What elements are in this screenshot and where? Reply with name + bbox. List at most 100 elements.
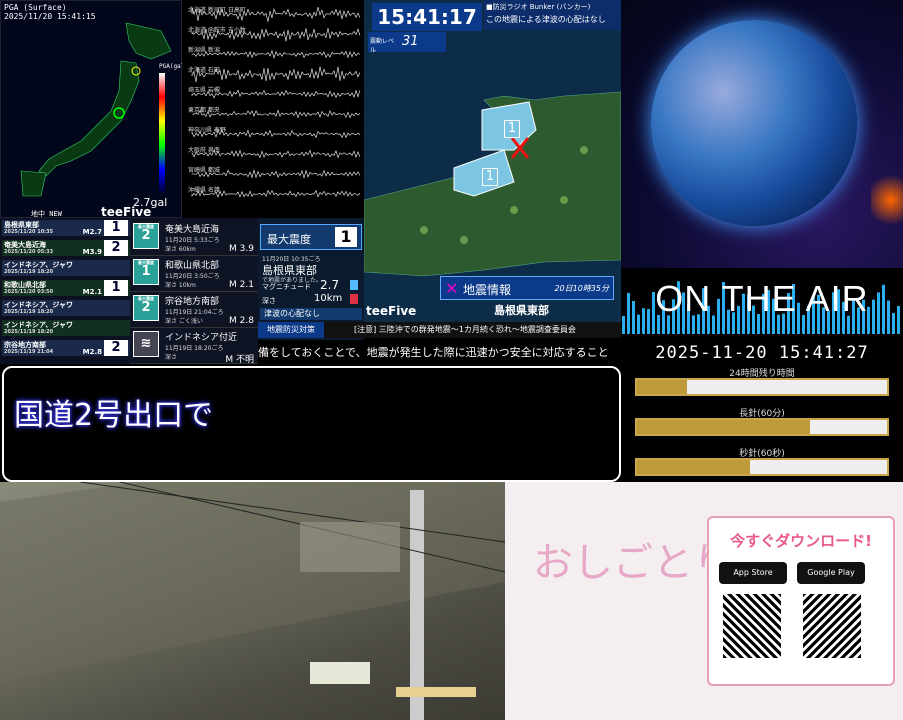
eq-list-row: 宗谷地方南部 2025/11/19 21:04 M2.8 2 [2,340,130,356]
app-store-button[interactable]: App Store [719,562,787,584]
earth-globe [651,20,857,226]
eq-list-row: 島根県東部 2025/11/20 10:35 M2.7 1 [2,220,130,236]
ticker-headline: [注意] 三陸沖での群発地震～1カ月続く恐れ～地震調査委員会 [354,324,576,335]
station-label: 東京都 都央 [188,105,220,114]
qr-code-android [803,594,861,658]
detail-depth: 深さ 10km [165,280,196,289]
eq-list-row: インドネシア、ジャワ 2025/11/19 18:20 [2,300,130,316]
shindo-badge: 2 [104,240,128,256]
tsunami-note: 津波の心配なし [260,308,362,320]
level-label: 震動レベル [370,36,394,54]
progress-bar [635,378,889,396]
eq-mag: M2.7 [83,228,102,236]
progress-fill [637,420,810,434]
download-headline: 今すぐダウンロード! [709,530,893,551]
bunker-title: ■防災ラジオ Bunker (バンカー) [486,2,590,12]
detail-date: 11月20日 5:33ごろ [165,235,220,244]
app-promo: おしごとりん 今すぐダウンロード! App Store Google Play [505,482,903,720]
eq-detail-card: 最大震度 2 奄美大島近海 11月20日 5:33ごろ 深さ 60km M 3.9 [130,220,258,256]
quake-region: 島根県東部 [494,302,549,318]
detail-shindo: 最大震度 1 [133,259,159,285]
intensity-badge: 1 [504,120,520,138]
eq-mag: M3.9 [83,248,102,256]
eq-date: 2025/11/19 18:20 [4,329,53,335]
max-shindo-label: 最大震度 [267,231,311,247]
download-card: 今すぐダウンロード! App Store Google Play [707,516,895,686]
detail-depth: 深さ [165,352,177,361]
mag-label: マグニチュード [262,282,311,292]
detail-shindo: 最大震度 2 [133,223,159,249]
eq-list-row: 奄美大島近海 2025/11/20 05:33 M3.9 2 [2,240,130,256]
detail-date: 11月19日 21:04ごろ [165,307,223,316]
eq-list-row: インドネシア、ジャワ 2025/11/19 18:20 [2,260,130,276]
station-label: 大阪府 泉南 [188,145,220,154]
news-ticker: 地震防災対策 [注意] 三陸沖での群発地震～1カ月続く恐れ～地震調査委員会 [258,322,621,338]
detail-depth: 深さ ごく浅い [165,316,203,325]
on-air-datetime: 2025-11-20 15:41:27 [621,343,903,363]
station-label: 埼玉県 岩槻 [188,85,220,94]
bunker-header: ■防災ラジオ Bunker (バンカー) この地震による津波の心配はなし [484,0,621,30]
progress-fill [637,380,687,394]
seismograph-panel: 北海道 新冠町 日高町 北海道 函館市 吉小牧 新潟県 新潟 北海道 石田 埼玉県 岩槻… [182,0,364,218]
max-shindo-box: 最大震度 1 [260,224,362,250]
pga-map-panel: PGA (Surface) 2025/11/20 15:41:15 PGA(ga… [0,0,182,218]
caption-text: 国道2号出口で [14,390,213,434]
quake-info-title: 地震情報 [463,281,511,298]
quake-info-box: ✕ 地震情報 20日10時35分 [440,276,614,300]
eq-date: 2025/11/20 03:50 [4,289,53,295]
detail-shindo-value: 2 [141,300,150,315]
eq-date: 2025/11/19 18:20 [4,309,53,315]
on-air-panel: ON THE AIR 2025-11-20 15:41:27 24時間残り時間長… [621,268,903,480]
detail-depth: 深さ 60km [165,244,196,253]
detail-name: インドネシア付近 [165,330,237,343]
earth-image [621,0,903,268]
station-label: 神奈川県 秦野 [188,125,226,134]
station-label: 新潟県 新潟 [188,45,220,54]
intensity-badge: 1 [482,168,498,186]
teefive-logo: teeFive [101,205,151,219]
eq-detail-card: 最大震度 2 宗谷地方南部 11月19日 21:04ごろ 深さ ごく浅い M 2.8 [130,292,258,328]
max-shindo-value: 1 [335,227,357,247]
scroll-ticker: 備をしておくことで、地震が発生した際に迅速かつ安全に対応すること [258,340,621,364]
station-label: 北海道 新冠町 日高町 [188,5,246,14]
detail-date: 11月20日 3:50ごろ [165,271,220,280]
level-box: 震動レベル 31 [368,32,446,52]
detail-name: 和歌山県北部 [165,258,219,271]
detail-name: 奄美大島近海 [165,222,219,235]
progress-bar [635,418,889,436]
eq-mag: M2.1 [83,288,102,296]
mag-value: 2.7 [320,278,339,292]
google-play-button[interactable]: Google Play [797,562,865,584]
eq-list-row: インドネシア、ジャワ 2025/11/19 18:20 [2,320,130,336]
depth-color-chip [350,294,358,304]
detail-shindo-value: 2 [141,228,150,243]
qr-code-ios [723,594,781,658]
teefive-logo-2: teeFive [366,304,416,318]
shindo-badge: 2 [104,340,128,356]
quake-marker-icon: ✕ [445,279,458,298]
detail-shindo-label: 最大震度 [134,224,158,230]
eq-date: 2025/11/19 21:04 [4,349,53,355]
detail-mag: M 2.1 [229,280,254,290]
eq-date: 2025/11/19 18:20 [4,269,53,275]
detail-mag: M 不明 [225,352,254,365]
tsunami-icon: ≋ [133,331,159,357]
on-air-title: ON THE AIR [621,278,903,320]
detail-name: 宗谷地方南部 [165,294,219,307]
japan-map-graphic [1,1,183,219]
mag-color-chip [350,280,358,290]
detail-shindo-value: 1 [141,264,150,279]
eq-date: 2025/11/20 10:35 [4,229,53,235]
station-label: 北海道 函館市 吉小牧 [188,25,246,34]
level-value: 31 [402,34,419,49]
camera-scene [0,482,505,720]
nebula-glow [871,170,903,230]
clock: 15:41:17 [372,3,482,31]
quake-info-time: 20日10時35分 [554,283,609,294]
eq-detail-card: ≋ インドネシア付近 11月19日 18:20ごろ 深さ M 不明 [130,328,258,364]
detail-shindo-label: 最大震度 [134,296,158,302]
detail-date: 11月19日 18:20ごろ [165,343,223,352]
detail-mag: M 2.8 [229,316,254,326]
eq-mag: M2.8 [83,348,102,356]
earthquake-list: 島根県東部 2025/11/20 10:35 M2.7 1 奄美大島近海 2025/11/… [0,218,258,364]
